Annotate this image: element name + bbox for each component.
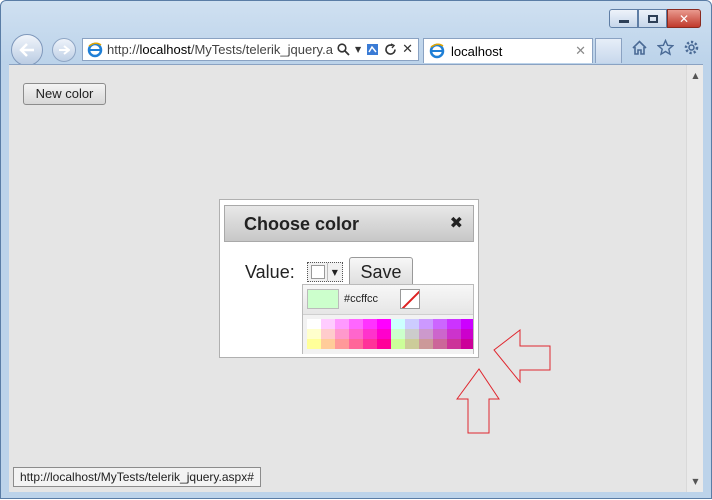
up-pointing-arrow-shape bbox=[456, 368, 500, 434]
left-pointing-arrow-shape bbox=[493, 328, 551, 384]
red-annotation-arrows bbox=[456, 328, 551, 434]
status-url-tooltip: http://localhost/MyTests/telerik_jquery.… bbox=[13, 467, 261, 487]
browser-window: ✕ http://localhost/MyTests/telerik_jquer… bbox=[0, 0, 712, 499]
